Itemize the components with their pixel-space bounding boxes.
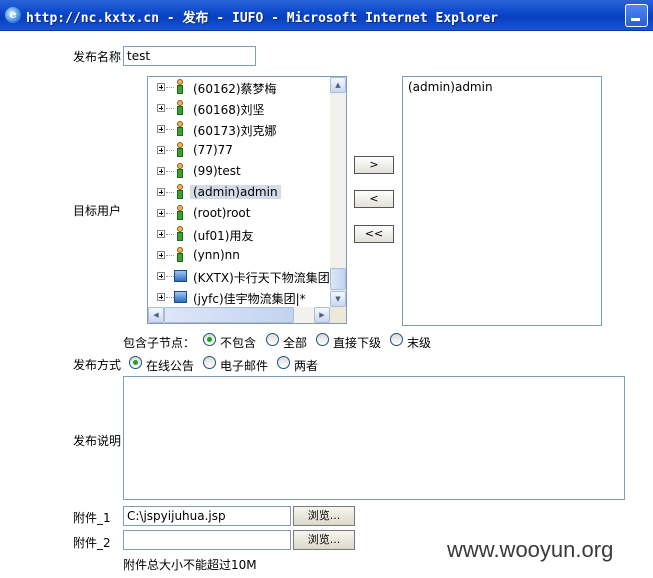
remove-user-button[interactable]: < — [354, 190, 394, 208]
add-user-button[interactable]: > — [354, 156, 394, 174]
include-all-label: 全部 — [283, 336, 308, 350]
organization-icon — [174, 291, 187, 303]
user-tree[interactable]: (60162)蔡梦梅 (60168)刘坚 (60173)刘克娜 (77)77 (… — [147, 76, 347, 324]
method-online-label: 在线公告 — [146, 359, 195, 373]
user-icon — [176, 79, 184, 95]
tree-item-label: (99)test — [193, 164, 241, 178]
expand-icon[interactable] — [157, 125, 165, 133]
include-label: 包含子节点： — [123, 336, 196, 350]
tree-item-label: (60168)刘坚 — [193, 103, 265, 117]
tree-item-label: (KXTX)卡行天下物流集团| — [193, 271, 334, 285]
attach2-browse-button[interactable]: 浏览... — [293, 530, 355, 550]
minimize-button[interactable] — [625, 4, 648, 27]
include-leaf-label: 末级 — [407, 336, 432, 350]
remove-all-button[interactable]: << — [354, 225, 394, 243]
desc-label: 发布说明 — [73, 434, 122, 448]
user-icon — [176, 226, 184, 242]
window-titlebar: e http://nc.kxtx.cn - 发布 - IUFO - Micros… — [0, 0, 653, 31]
tree-item-label: (ynn)nn — [193, 248, 240, 262]
name-label: 发布名称 — [73, 50, 122, 64]
user-icon — [176, 163, 184, 179]
tree-item-label: (60162)蔡梦梅 — [193, 82, 277, 96]
attach2-label: 附件_2 — [73, 536, 111, 550]
selected-user-item[interactable]: (admin)admin — [408, 80, 493, 94]
include-none-radio[interactable] — [203, 333, 216, 346]
expand-icon[interactable] — [157, 146, 165, 154]
scroll-thumb[interactable] — [164, 307, 294, 323]
expand-icon[interactable] — [157, 104, 165, 112]
method-online-radio[interactable] — [129, 356, 142, 369]
expand-icon[interactable] — [157, 188, 165, 196]
user-icon — [176, 205, 184, 221]
ie-icon: e — [5, 7, 21, 23]
user-icon — [176, 100, 184, 116]
window-title: http://nc.kxtx.cn - 发布 - IUFO - Microsof… — [26, 11, 499, 26]
scrollbar-corner — [330, 307, 346, 323]
scroll-thumb[interactable] — [330, 268, 346, 290]
expand-icon[interactable] — [157, 167, 165, 175]
scroll-up-icon[interactable]: ▲ — [330, 77, 346, 93]
watermark-text: www.wooyun.org — [447, 537, 614, 562]
scroll-right-icon[interactable]: ▶ — [314, 307, 330, 323]
expand-icon[interactable] — [157, 230, 165, 238]
method-email-radio[interactable] — [203, 356, 216, 369]
selected-users-list[interactable]: (admin)admin — [402, 76, 602, 326]
method-email-label: 电子邮件 — [220, 359, 269, 373]
include-none-label: 不包含 — [220, 336, 257, 350]
include-direct-radio[interactable] — [316, 333, 329, 346]
tree-horizontal-scrollbar[interactable]: ◀ ▶ — [148, 307, 330, 323]
include-direct-label: 直接下级 — [333, 336, 382, 350]
tree-item-label: (60173)刘克娜 — [193, 124, 277, 138]
tree-item-label: (root)root — [193, 206, 251, 220]
name-input[interactable]: test — [123, 46, 256, 66]
attach2-input[interactable] — [123, 530, 291, 550]
expand-icon[interactable] — [157, 272, 165, 280]
user-icon — [176, 142, 184, 158]
description-textarea[interactable] — [123, 376, 625, 500]
method-both-radio[interactable] — [277, 356, 290, 369]
tree-vertical-scrollbar[interactable]: ▲ ▼ — [330, 77, 346, 307]
attach1-input[interactable]: C:\jspyijuhua.jsp — [123, 506, 291, 526]
expand-icon[interactable] — [157, 83, 165, 91]
tree-item-label: (admin)admin — [190, 185, 281, 199]
include-leaf-radio[interactable] — [390, 333, 403, 346]
include-all-radio[interactable] — [266, 333, 279, 346]
tree-item-label: (uf01)用友 — [193, 229, 254, 243]
method-label: 发布方式 — [73, 358, 122, 372]
scroll-left-icon[interactable]: ◀ — [148, 307, 164, 323]
expand-icon[interactable] — [157, 251, 165, 259]
attach1-browse-button[interactable]: 浏览... — [293, 506, 355, 526]
tree-item-label: (jyfc)佳宇物流集团|* — [193, 292, 306, 306]
size-note: 附件总大小不能超过10M — [123, 558, 257, 572]
user-icon — [176, 121, 184, 137]
expand-icon[interactable] — [157, 209, 165, 217]
attach1-label: 附件_1 — [73, 511, 111, 525]
user-icon — [176, 184, 184, 200]
expand-icon[interactable] — [157, 293, 165, 301]
method-both-label: 两者 — [294, 359, 319, 373]
organization-icon — [174, 270, 187, 282]
tree-item-label: (77)77 — [193, 143, 233, 157]
scroll-down-icon[interactable]: ▼ — [330, 291, 346, 307]
user-icon — [176, 247, 184, 263]
target-label: 目标用户 — [73, 204, 122, 218]
